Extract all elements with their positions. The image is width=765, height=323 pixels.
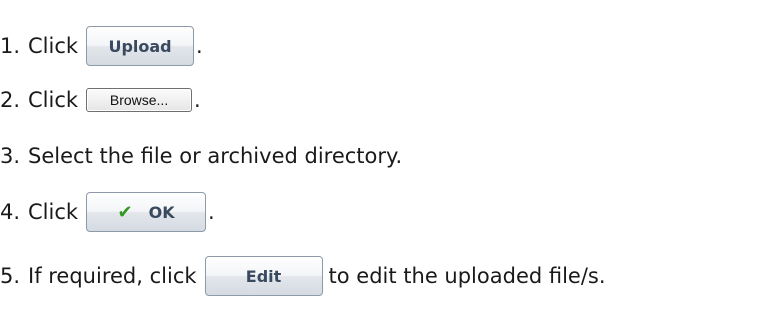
step-text: Click [28,88,79,112]
step-5: 5. If required, click Edit to edit the u… [0,256,606,296]
step-3: 3. Select the file or archived directory… [0,136,402,176]
step-period: . [208,200,215,224]
step-number: 1. [0,34,21,58]
step-text: If required, click [28,264,197,288]
step-text: Click [28,34,79,58]
edit-button[interactable]: Edit [204,256,323,296]
check-icon: ✔ [117,201,133,223]
step-number: 2. [0,88,21,112]
ok-label: OK [148,202,175,222]
step-text: Select the file or archived directory. [28,144,403,168]
step-period: . [194,88,201,112]
step-period: . [196,34,203,58]
ok-button[interactable]: ✔ OK [86,192,207,232]
step-text: Click [28,200,79,224]
step-number: 5. [0,264,21,288]
step-number: 4. [0,200,21,224]
step-trailing-text: to edit the uploaded file/s. [328,264,606,288]
step-number: 3. [0,144,21,168]
step-2: 2. Click Browse... . [0,80,201,120]
browse-button[interactable]: Browse... [86,88,193,112]
step-1: 1. Click Upload . [0,26,203,66]
upload-button[interactable]: Upload [86,26,195,66]
step-4: 4. Click ✔ OK . [0,192,215,232]
